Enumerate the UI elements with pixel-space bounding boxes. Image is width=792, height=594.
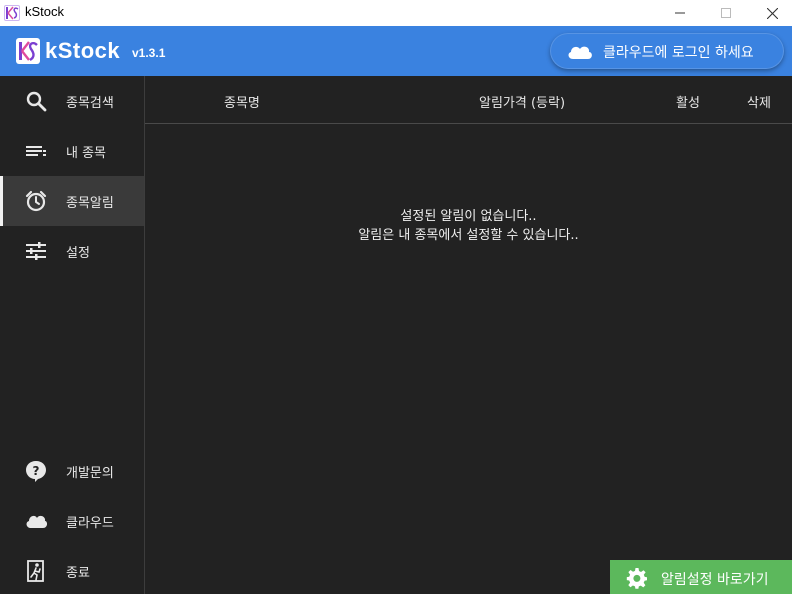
app-header: kStock v1.3.1 클라우드에 로그인 하세요 [0, 26, 792, 76]
maximize-button[interactable] [703, 0, 749, 26]
logo-icon [16, 38, 40, 64]
alarm-panel: 종목명 알림가격 (등락) 활성 삭제 설정된 알림이 없습니다.. 알림은 내… [145, 76, 792, 594]
help-icon: ? [26, 461, 46, 482]
window-title: kStock [25, 4, 65, 19]
sidebar-item-cloud[interactable]: 클라우드 [0, 496, 144, 546]
sidebar-item-search[interactable]: 종목검색 [0, 76, 144, 126]
sidebar-item-dev-inquiry[interactable]: ? 개발문의 [0, 446, 144, 496]
sidebar-item-my-stocks[interactable]: 내 종목 [0, 126, 144, 176]
version-label: v1.3.1 [132, 46, 166, 60]
cloud-login-label: 클라우드에 로그인 하세요 [603, 45, 754, 61]
window-titlebar: kStock [0, 0, 792, 26]
cloud-icon [568, 46, 592, 59]
empty-state-line: 설정된 알림이 없습니다.. [400, 209, 537, 224]
sidebar-item-label: 종목알림 [66, 196, 114, 211]
sidebar-item-label: 종료 [66, 566, 90, 581]
sidebar-item-settings[interactable]: 설정 [0, 226, 144, 276]
sidebar-item-exit[interactable]: 종료 [0, 546, 144, 594]
column-delete: 삭제 [747, 96, 771, 111]
exit-icon [27, 560, 44, 582]
alarm-settings-shortcut-label: 알림설정 바로가기 [661, 572, 769, 588]
cloud-login-button[interactable]: 클라우드에 로그인 하세요 [550, 33, 784, 69]
list-icon [26, 146, 46, 156]
cloud-icon [26, 515, 47, 528]
column-active: 활성 [676, 96, 700, 111]
brand-name: kStock [45, 38, 121, 63]
sidebar-item-label: 종목검색 [66, 96, 114, 111]
sidebar-item-stock-alarm[interactable]: 종목알림 [0, 176, 144, 226]
alarm-clock-icon [25, 190, 47, 212]
empty-state-line: 알림은 내 종목에서 설정할 수 있습니다.. [358, 228, 579, 243]
alarm-settings-shortcut-button[interactable]: 알림설정 바로가기 [610, 560, 792, 594]
minimize-button[interactable] [657, 0, 703, 26]
sidebar-item-label: 설정 [66, 246, 90, 261]
close-button[interactable] [749, 0, 792, 26]
sidebar-item-label: 클라우드 [66, 516, 114, 531]
svg-text:?: ? [33, 464, 40, 478]
column-stock-name: 종목명 [224, 96, 260, 111]
column-alarm-price: 알림가격 (등락) [479, 96, 566, 111]
table-header: 종목명 알림가격 (등락) 활성 삭제 [145, 76, 792, 124]
app-icon [4, 5, 20, 21]
gear-icon [626, 568, 647, 589]
sidebar-item-label: 개발문의 [66, 466, 114, 481]
sidebar: 종목검색 내 종목 종목알림 설정 ? 개발문의 클라우드 종료 [0, 76, 145, 594]
sidebar-item-label: 내 종목 [66, 146, 107, 161]
search-icon [26, 91, 47, 112]
sliders-icon [26, 242, 46, 260]
empty-state-message: 설정된 알림이 없습니다.. 알림은 내 종목에서 설정할 수 있습니다.. [145, 207, 792, 245]
